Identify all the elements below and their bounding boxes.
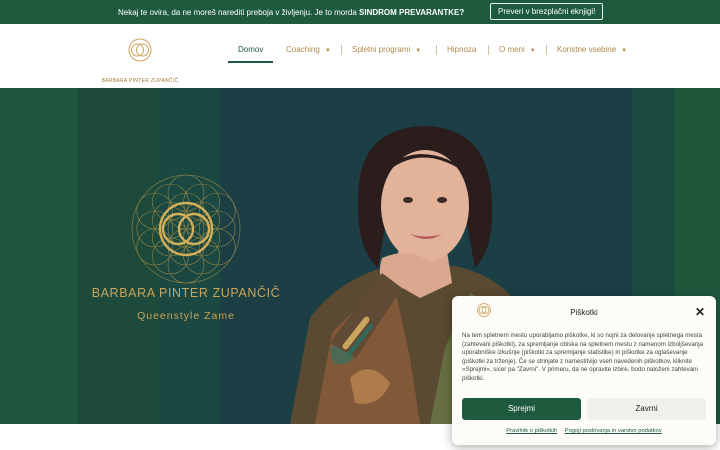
announcement-bar: Nekaj te ovira, da ne moreš narediti pre…	[0, 0, 720, 24]
announcement-text-prefix: Nekaj te ovira, da ne moreš narediti pre…	[118, 8, 360, 17]
nav-item-domov[interactable]: Domov	[228, 39, 274, 63]
hero-stripe	[0, 88, 78, 424]
active-nav-indicator	[228, 61, 274, 63]
ebook-cta-button[interactable]: Preveri v brezplačni eknjigi!	[490, 3, 604, 20]
chevron-down-icon: ▼	[621, 48, 628, 54]
nav-item-label: O meni	[499, 45, 525, 54]
rings-logo-icon	[128, 38, 152, 62]
terms-privacy-link[interactable]: Pogoji poslovanja in varstvo podatkov	[565, 428, 662, 434]
nav-item-coaching[interactable]: Coaching ▼	[286, 39, 331, 61]
nav-item-label: Coaching	[286, 45, 320, 54]
chevron-down-icon: ▼	[529, 48, 536, 54]
nav-divider	[488, 45, 489, 55]
flower-of-life-emblem-icon	[131, 174, 241, 284]
nav-item-koristne-vsebine[interactable]: Koristne vsebine ▼	[557, 39, 627, 61]
site-logo[interactable]: BARBARA PINTER ZUPANČIČ	[95, 36, 185, 84]
announcement-text: Nekaj te ovira, da ne moreš narediti pre…	[118, 8, 464, 17]
nav-divider	[546, 45, 547, 55]
chevron-down-icon: ▼	[415, 48, 422, 54]
nav-divider	[436, 45, 437, 55]
deny-cookies-button[interactable]: Zavrni	[587, 398, 706, 420]
cookie-dialog-title: Piškotki	[570, 308, 598, 317]
announcement-text-bold: SINDROM PREVARANTKE?	[359, 8, 465, 17]
accept-cookies-button[interactable]: Sprejmi	[462, 398, 581, 420]
cookie-policy-link[interactable]: Pravilnik o piškotkih	[506, 428, 557, 434]
hero-name: BARBARA PINTER ZUPANČIČ	[91, 286, 281, 300]
close-icon[interactable]: ✕	[694, 306, 706, 318]
nav-item-spletni-programi[interactable]: Spletni programi ▼	[352, 39, 421, 61]
nav-item-o-meni[interactable]: O meni ▼	[499, 39, 536, 61]
site-header: BARBARA PINTER ZUPANČIČ Domov Coaching ▼ …	[0, 24, 720, 88]
hero-subtitle: Queenstyle Zame	[137, 310, 235, 322]
cookie-consent-dialog: Piškotki ✕ Na tem spletnem mestu uporabl…	[452, 296, 716, 445]
cookie-links: Pravilnik o piškotkih Pogoji poslovanja …	[452, 428, 716, 434]
nav-item-label: Spletni programi	[352, 45, 411, 54]
nav-item-label: Domov	[238, 45, 264, 54]
nav-item-label: Koristne vsebine	[557, 45, 617, 54]
nav-item-label: Hipnoza	[447, 45, 477, 54]
nav-item-hipnoza[interactable]: Hipnoza	[447, 39, 476, 61]
nav-divider	[341, 45, 342, 55]
cookie-dialog-text: Na tem spletnem mestu uporabljamo piškot…	[462, 332, 704, 382]
logo-text: BARBARA PINTER ZUPANČIČ	[101, 78, 179, 84]
chevron-down-icon: ▼	[324, 48, 331, 54]
